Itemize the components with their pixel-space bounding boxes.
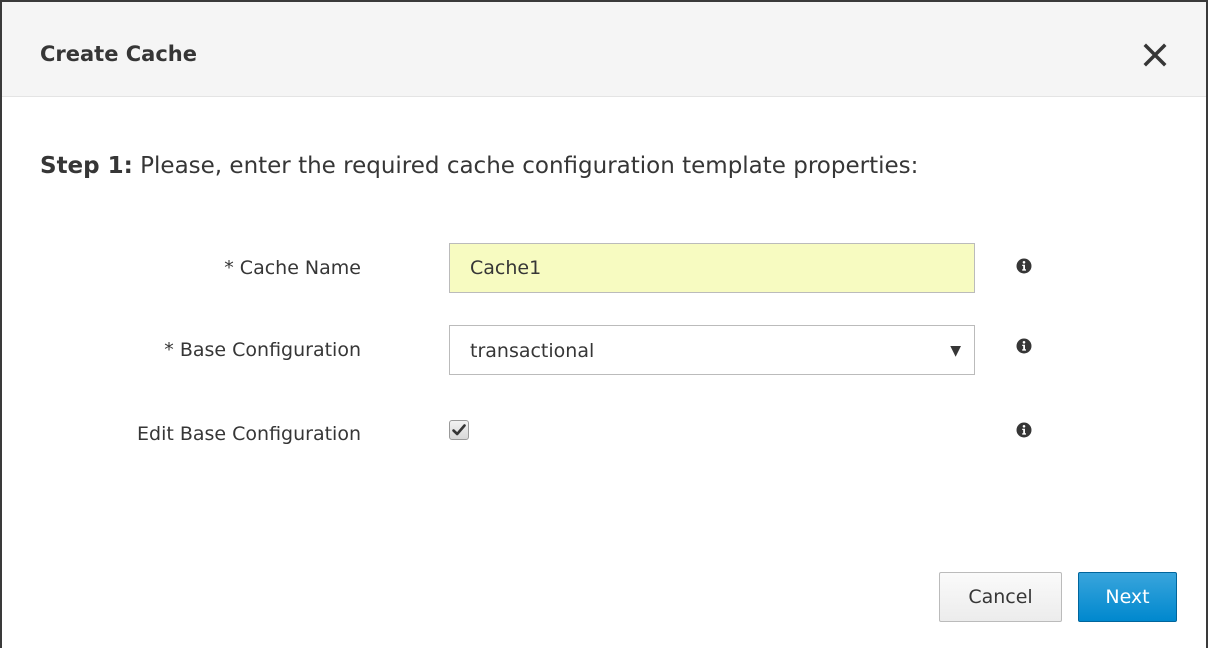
base-configuration-label: * Base Configuration (164, 339, 361, 361)
info-icon[interactable] (1016, 258, 1032, 274)
step-instruction-text: Please, enter the required cache configu… (140, 153, 919, 179)
step-instruction: Step 1: Please, enter the required cache… (40, 150, 918, 182)
base-configuration-select[interactable]: transactional ▼ (449, 325, 975, 375)
close-icon (1143, 43, 1167, 67)
next-button[interactable]: Next (1078, 572, 1177, 622)
info-icon[interactable] (1016, 338, 1032, 354)
close-button[interactable] (1140, 40, 1170, 70)
info-icon[interactable] (1016, 422, 1032, 438)
cancel-button[interactable]: Cancel (939, 572, 1062, 622)
cache-name-input[interactable] (449, 243, 975, 293)
step-number: Step 1: (40, 153, 133, 179)
edit-base-configuration-checkbox[interactable] (449, 420, 469, 440)
create-cache-dialog: Create Cache Step 1: Please, enter the r… (0, 0, 1208, 648)
checkmark-icon (452, 424, 466, 436)
base-configuration-selected-value: transactional (470, 340, 595, 362)
dropdown-arrow-icon: ▼ (950, 343, 961, 359)
cache-name-label: * Cache Name (224, 257, 361, 279)
dialog-title: Create Cache (40, 42, 197, 66)
edit-base-configuration-label: Edit Base Configuration (137, 423, 361, 445)
dialog-header: Create Cache (2, 2, 1206, 97)
